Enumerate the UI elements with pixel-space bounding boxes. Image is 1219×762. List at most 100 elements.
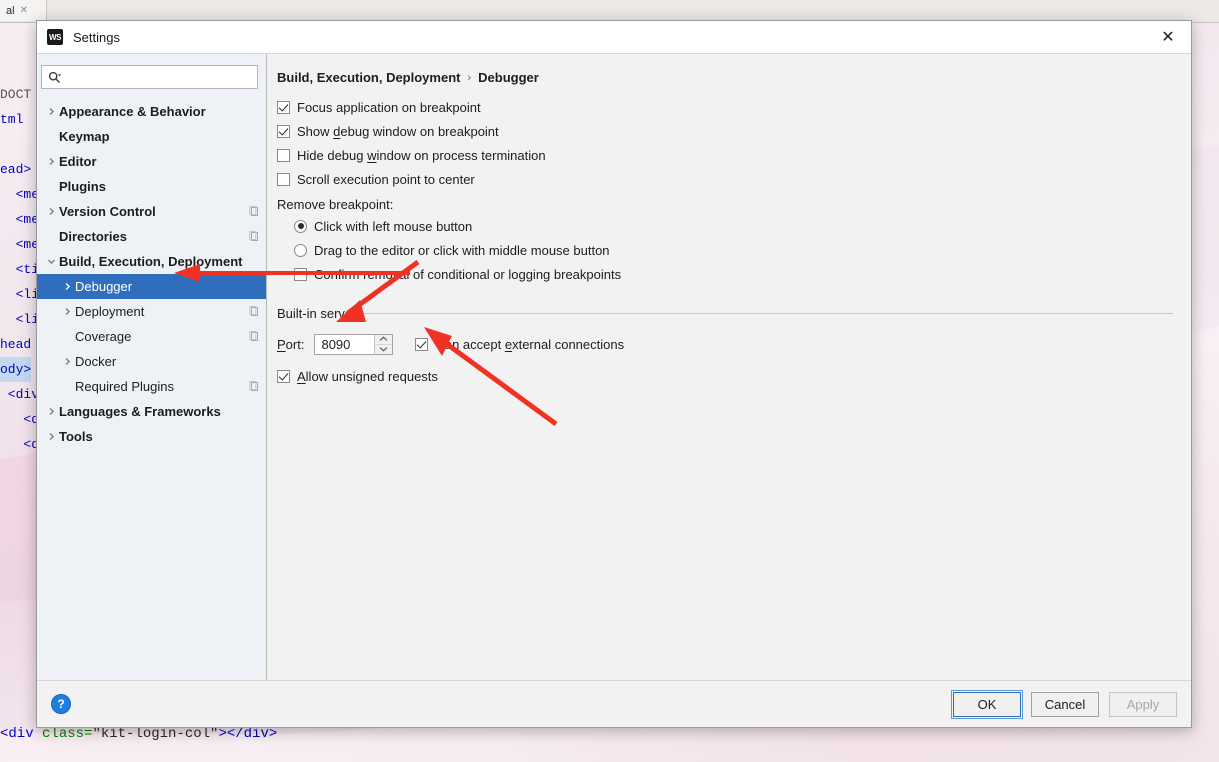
sidebar-item-label: Directories [59,229,127,244]
code-line: head [0,337,32,352]
chevron-right-icon: › [467,71,472,84]
sidebar-item-docker[interactable]: Docker [37,349,266,374]
settings-sidebar: Appearance & Behavior Keymap Editor Plugins… [37,54,267,680]
sidebar-item-debugger[interactable]: Debugger [37,274,266,299]
sidebar-item-required-plugins[interactable]: Required Plugins [37,374,266,399]
sidebar-item-label: Keymap [59,129,110,144]
settings-content-pane: Build, Execution, Deployment › Debugger … [267,54,1191,680]
project-scope-icon [249,206,260,217]
sidebar-item-tools[interactable]: Tools [37,424,266,449]
project-scope-icon [249,231,260,242]
checkbox-label: Focus application on breakpoint [297,100,481,115]
code-attr-name: class= [42,726,93,742]
dialog-titlebar: WS Settings ✕ [37,21,1191,54]
chevron-up-icon[interactable] [375,335,393,345]
label-mnemonic: w [367,147,377,163]
sidebar-item-directories[interactable]: Directories [37,224,266,249]
allow-unsigned-requests-checkbox[interactable]: Allow unsigned requests [277,364,1173,388]
code-line: ody> [0,357,32,382]
radio-click-with-left-mouse-button[interactable]: Click with left mouse button [294,214,1173,238]
app-icon-text: WS [49,32,61,42]
sidebar-item-build-execution-deployment[interactable]: Build, Execution, Deployment [37,249,266,274]
search-icon [48,71,61,84]
breadcrumb-root: Build, Execution, Deployment [277,70,461,85]
close-icon[interactable]: ✕ [1151,24,1185,50]
sidebar-item-languages-frameworks[interactable]: Languages & Frameworks [37,399,266,424]
webstorm-icon: WS [47,29,63,45]
sidebar-item-version-control[interactable]: Version Control [37,199,266,224]
remove-breakpoint-label: Remove breakpoint: [277,197,394,212]
chevron-right-icon[interactable] [59,307,75,316]
port-label-mnemonic: P [277,336,286,352]
sidebar-item-plugins[interactable]: Plugins [37,174,266,199]
search-input[interactable] [65,69,251,85]
port-label-rest: ort: [285,336,305,352]
code-open-tag: <div [0,726,43,742]
sidebar-item-deployment[interactable]: Deployment [37,299,266,324]
sidebar-item-label: Deployment [75,304,145,319]
sidebar-item-coverage[interactable]: Coverage [37,324,266,349]
chevron-down-icon[interactable] [43,257,59,266]
sidebar-item-keymap[interactable]: Keymap [37,124,266,149]
checkbox-label: Hide debug window on process termination [297,148,546,163]
checkbox-box [277,124,290,138]
checkbox-scroll-execution-point-to-center[interactable]: Scroll execution point to center [277,167,1173,191]
port-label: Port: [277,337,304,352]
sidebar-item-appearance-behavior[interactable]: Appearance & Behavior [37,99,266,124]
checkbox-label: Allow unsigned requests [297,369,438,384]
port-stepper-buttons [374,334,393,354]
chevron-right-icon[interactable] [59,357,75,366]
help-icon[interactable]: ? [51,694,71,714]
checkbox-hide-debug-window-on-process-termination[interactable]: Hide debug window on process termination [277,143,1173,167]
label-before: Can accept [435,336,505,352]
search-box[interactable] [41,65,258,89]
chevron-right-icon[interactable] [43,432,59,441]
project-scope-icon [249,306,260,317]
radio-drag-to-the-editor-or-click-with-middle-mouse-button[interactable]: Drag to the editor or click with middle … [294,238,1173,262]
label-before: Scroll execution point to center [297,171,475,187]
port-input[interactable] [315,334,375,354]
settings-dialog: WS Settings ✕ Appearance & Behavior Keym… [36,20,1192,728]
label-after: ebug window on breakpoint [340,123,499,139]
close-icon[interactable]: ✕ [20,5,28,16]
editor-code-line-bottom: <div class="kit-login-col"></div> [0,726,1219,762]
can-accept-external-connections-checkbox[interactable]: Can accept external connections [415,332,624,356]
checkbox-focus-application-on-breakpoint[interactable]: Focus application on breakpoint [277,95,1173,119]
chevron-right-icon[interactable] [59,282,75,291]
code-line: <d [0,412,40,427]
checkbox-confirm-removal[interactable]: Confirm removal of conditional or loggin… [294,262,1173,286]
dialog-body: Appearance & Behavior Keymap Editor Plugins… [37,54,1191,680]
dialog-footer: ? OK Cancel Apply [37,680,1191,727]
dialog-title: Settings [73,29,120,45]
chevron-down-icon[interactable] [375,345,392,354]
sidebar-item-editor[interactable]: Editor [37,149,266,174]
chevron-right-icon[interactable] [43,107,59,116]
checkbox-box [277,369,290,383]
cancel-button[interactable]: Cancel [1031,691,1099,717]
code-bracket: > [218,726,227,742]
checkbox-show-debug-window-on-breakpoint[interactable]: Show debug window on breakpoint [277,119,1173,143]
sidebar-item-label: Languages & Frameworks [59,404,221,419]
radio-label: Click with left mouse button [314,218,473,234]
chevron-right-icon[interactable] [43,407,59,416]
code-line: <div [0,387,40,402]
editor-tab[interactable]: al ✕ [0,0,47,21]
debugger-options-group: Focus application on breakpoint Show debu… [277,95,1173,191]
ok-button[interactable]: OK [951,689,1023,719]
chevron-right-icon[interactable] [43,157,59,166]
label-before: Hide debug [297,147,368,163]
code-close-tag: </div> [226,726,278,742]
sidebar-item-label: Version Control [59,204,156,219]
search-row [37,65,266,89]
breadcrumb: Build, Execution, Deployment › Debugger [277,70,1173,85]
label-after: indow on process termination [376,147,546,163]
sidebar-item-label: Tools [59,429,93,444]
port-spinner[interactable] [314,333,394,355]
radio-label: Drag to the editor or click with middle … [314,242,610,258]
chevron-right-icon[interactable] [43,207,59,216]
checkbox-label: Can accept external connections [435,337,624,352]
label-before: Show [297,123,334,139]
checkbox-label: Scroll execution point to center [297,172,475,187]
radio-box [294,243,307,257]
sidebar-item-label: Coverage [75,329,132,344]
